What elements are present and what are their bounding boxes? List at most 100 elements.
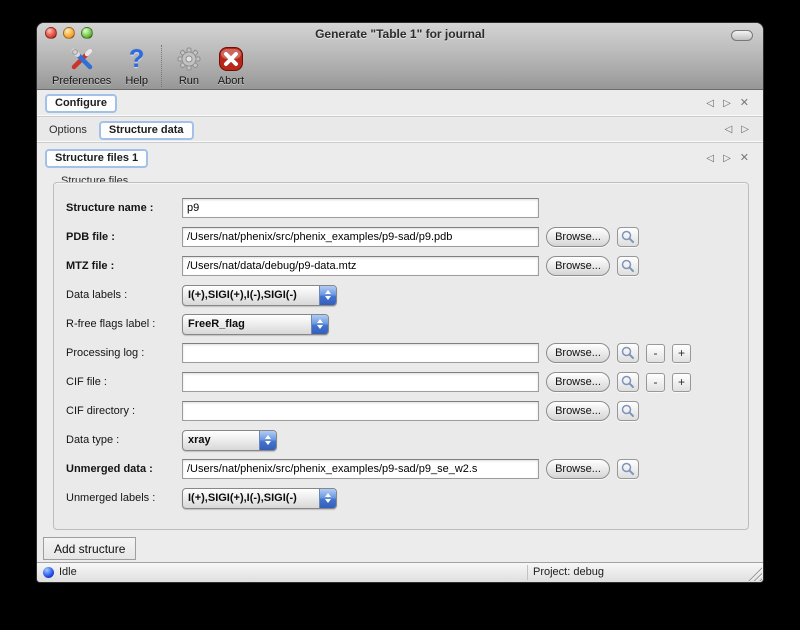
run-button[interactable]: Run <box>168 44 210 87</box>
page-prev-icon[interactable]: ◁ <box>725 125 733 135</box>
processing-log-label: Processing log : <box>66 347 182 359</box>
unmerged-data-view-button[interactable] <box>617 459 639 479</box>
page-tab-strip: Options Structure data ◁ ▷ <box>37 118 763 143</box>
toolbar-toggle-button[interactable] <box>731 30 753 41</box>
cif-file-label: CIF file : <box>66 376 182 388</box>
tab-close-icon[interactable]: ✕ <box>740 98 749 109</box>
unmerged-labels-dropdown[interactable]: I(+),SIGI(+),I(-),SIGI(-) <box>182 488 337 509</box>
help-label: Help <box>125 75 148 87</box>
mtz-view-button[interactable] <box>617 256 639 276</box>
cif-directory-view-button[interactable] <box>617 401 639 421</box>
data-labels-value: I(+),SIGI(+),I(-),SIGI(-) <box>183 286 319 305</box>
field-row-data-labels: Data labels : I(+),SIGI(+),I(-),SIGI(-) <box>66 284 748 306</box>
abort-icon <box>217 44 245 74</box>
magnifier-icon <box>620 461 636 477</box>
status-bar: Idle Project: debug <box>37 562 763 582</box>
status-indicator-icon <box>43 567 54 578</box>
tab-prev-icon[interactable]: ◁ <box>706 99 714 109</box>
cif-directory-browse-button[interactable]: Browse... <box>546 401 610 421</box>
preferences-label: Preferences <box>52 75 111 87</box>
structure-name-input[interactable] <box>182 198 539 218</box>
window-header: Generate "Table 1" for journal Preferenc… <box>37 23 763 90</box>
tab-next-icon[interactable]: ▷ <box>723 99 731 109</box>
field-row-data-type: Data type : xray <box>66 429 748 451</box>
toolbar: Preferences ? Help <box>45 44 252 87</box>
content-panel: Structure files 1 ◁ ▷ ✕ Structure files … <box>37 144 763 562</box>
pdb-file-label: PDB file : <box>66 231 182 243</box>
data-type-value: xray <box>183 431 259 450</box>
field-row-unmerged-labels: Unmerged labels : I(+),SIGI(+),I(-),SIGI… <box>66 487 748 509</box>
tab-structure-files-1[interactable]: Structure files 1 <box>45 149 148 168</box>
structure-name-label: Structure name : <box>66 202 182 214</box>
tab-structure-data[interactable]: Structure data <box>99 121 194 140</box>
configure-tab-strip: Configure ◁ ▷ ✕ <box>37 91 763 117</box>
status-text: Idle <box>59 566 77 578</box>
magnifier-icon <box>620 403 636 419</box>
processing-log-remove-button[interactable]: - <box>646 344 665 363</box>
unmerged-labels-value: I(+),SIGI(+),I(-),SIGI(-) <box>183 489 319 508</box>
pdb-file-input[interactable] <box>182 227 539 247</box>
dropdown-stepper-icon <box>259 431 276 450</box>
dropdown-stepper-icon <box>319 286 336 305</box>
field-row-pdb-file: PDB file : Browse... <box>66 226 748 248</box>
unmerged-data-browse-button[interactable]: Browse... <box>546 459 610 479</box>
rfree-flags-dropdown[interactable]: FreeR_flag <box>182 314 329 335</box>
unmerged-data-label: Unmerged data : <box>66 463 182 475</box>
window-title: Generate "Table 1" for journal <box>37 27 763 41</box>
field-row-mtz-file: MTZ file : Browse... <box>66 255 748 277</box>
page-next-icon[interactable]: ▷ <box>741 125 749 135</box>
structure-prev-icon[interactable]: ◁ <box>706 154 714 164</box>
magnifier-icon <box>620 229 636 245</box>
abort-button[interactable]: Abort <box>210 44 252 87</box>
processing-log-view-button[interactable] <box>617 343 639 363</box>
structure-files-tab-strip: Structure files 1 ◁ ▷ ✕ <box>37 144 763 168</box>
rfree-flags-value: FreeR_flag <box>183 315 311 334</box>
gear-icon <box>175 44 203 74</box>
unmerged-labels-label: Unmerged labels : <box>66 492 182 504</box>
structure-next-icon[interactable]: ▷ <box>723 154 731 164</box>
processing-log-input[interactable] <box>182 343 539 363</box>
pdb-view-button[interactable] <box>617 227 639 247</box>
mtz-file-input[interactable] <box>182 256 539 276</box>
mtz-file-label: MTZ file : <box>66 260 182 272</box>
pdb-browse-button[interactable]: Browse... <box>546 227 610 247</box>
app-window: Generate "Table 1" for journal Preferenc… <box>36 22 764 583</box>
tab-options[interactable]: Options <box>45 124 99 136</box>
mtz-browse-button[interactable]: Browse... <box>546 256 610 276</box>
dropdown-stepper-icon <box>311 315 328 334</box>
resize-grip[interactable] <box>748 567 762 581</box>
cif-file-browse-button[interactable]: Browse... <box>546 372 610 392</box>
field-row-rfree-flags: R-free flags label : FreeR_flag <box>66 313 748 335</box>
field-row-unmerged-data: Unmerged data : Browse... <box>66 458 748 480</box>
data-labels-label: Data labels : <box>66 289 182 301</box>
tab-configure[interactable]: Configure <box>45 94 117 113</box>
field-row-structure-name: Structure name : <box>66 197 748 219</box>
data-type-dropdown[interactable]: xray <box>182 430 277 451</box>
field-row-cif-file: CIF file : Browse... - + <box>66 371 748 393</box>
preferences-button[interactable]: Preferences <box>45 44 118 87</box>
add-structure-button[interactable]: Add structure <box>43 537 136 560</box>
processing-log-browse-button[interactable]: Browse... <box>546 343 610 363</box>
processing-log-add-button[interactable]: + <box>672 344 691 363</box>
data-type-label: Data type : <box>66 434 182 446</box>
rfree-flags-label: R-free flags label : <box>66 318 182 330</box>
dropdown-stepper-icon <box>319 489 336 508</box>
structure-close-icon[interactable]: ✕ <box>740 153 749 164</box>
structure-files-groupbox: Structure name : PDB file : Browse... MT… <box>53 182 749 530</box>
toolbar-separator <box>161 45 162 87</box>
help-button[interactable]: ? Help <box>118 44 155 87</box>
help-icon: ? <box>129 44 144 74</box>
cif-directory-label: CIF directory : <box>66 405 182 417</box>
status-divider <box>527 565 528 580</box>
cif-file-remove-button[interactable]: - <box>646 373 665 392</box>
tools-icon <box>68 44 96 74</box>
cif-file-view-button[interactable] <box>617 372 639 392</box>
project-label: Project: debug <box>533 566 604 578</box>
field-row-processing-log: Processing log : Browse... - + <box>66 342 748 364</box>
title-bar[interactable]: Generate "Table 1" for journal <box>37 23 763 43</box>
unmerged-data-input[interactable] <box>182 459 539 479</box>
cif-file-input[interactable] <box>182 372 539 392</box>
data-labels-dropdown[interactable]: I(+),SIGI(+),I(-),SIGI(-) <box>182 285 337 306</box>
cif-directory-input[interactable] <box>182 401 539 421</box>
cif-file-add-button[interactable]: + <box>672 373 691 392</box>
